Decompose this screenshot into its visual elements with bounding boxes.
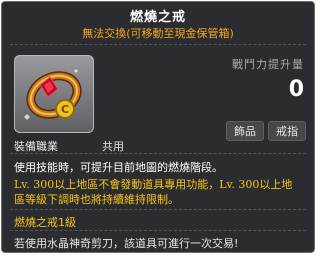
scissors-trade-note: 若使用水晶神奇剪刀，該道具可進行一次交易!: [14, 237, 239, 250]
divider: [10, 230, 306, 231]
divider: [10, 153, 306, 154]
divider: [10, 44, 306, 45]
divider: [10, 209, 306, 210]
item-tooltip: 燃燒之戒 無法交換(可移動至現金保管箱) C 戰鬥力提升量 0 飾品 戒指 裝備…: [1, 1, 315, 253]
combat-power-label: 戰鬥力提升量: [232, 58, 304, 71]
item-icon-frame: C: [14, 55, 94, 133]
restriction-note-line1: Lv. 300以上地區不會發動道具專用功能，Lv. 300以上地: [14, 178, 293, 191]
item-description: 使用技能時，可提升目前地圖的燃燒階段。: [14, 161, 223, 174]
item-trade-restriction: 無法交換(可移動至現金保管箱): [82, 27, 234, 40]
ring-icon: C: [24, 69, 82, 120]
badge-accessory: 飾品: [226, 121, 264, 141]
ring-level: 燃燒之戒1級: [14, 216, 76, 229]
svg-text:C: C: [61, 103, 69, 116]
item-name: 燃燒之戒: [129, 10, 186, 25]
equip-job-label: 裝備職業: [14, 140, 58, 153]
restriction-note-line2: 區等級下調時也將持續維持限制。: [14, 193, 179, 206]
combat-power-value: 0: [288, 77, 304, 102]
badge-ring: 戒指: [268, 121, 306, 141]
equip-job-value: 共用: [102, 140, 124, 153]
